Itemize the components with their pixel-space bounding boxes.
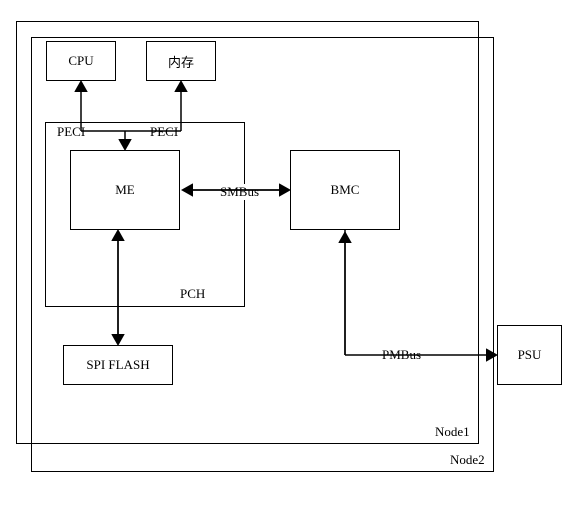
me-label: ME (115, 182, 135, 198)
bmc-block: BMC (290, 150, 400, 230)
pch-label: PCH (178, 286, 207, 302)
cpu-block: CPU (46, 41, 116, 81)
peci-label-2: PECI (148, 124, 180, 140)
psu-block: PSU (497, 325, 562, 385)
cpu-label: CPU (68, 53, 93, 69)
peci-label-1: PECI (55, 124, 87, 140)
bmc-label: BMC (331, 182, 360, 198)
memory-label: 内存 (168, 52, 194, 71)
psu-label: PSU (518, 347, 542, 363)
spi-flash-block: SPI FLASH (63, 345, 173, 385)
me-block: ME (70, 150, 180, 230)
node1-label: Node1 (433, 424, 472, 440)
node2-label: Node2 (448, 452, 487, 468)
pmbus-label: PMBus (380, 347, 423, 363)
memory-block: 内存 (146, 41, 216, 81)
smbus-label: SMBus (218, 184, 261, 200)
spi-flash-label: SPI FLASH (86, 357, 149, 373)
